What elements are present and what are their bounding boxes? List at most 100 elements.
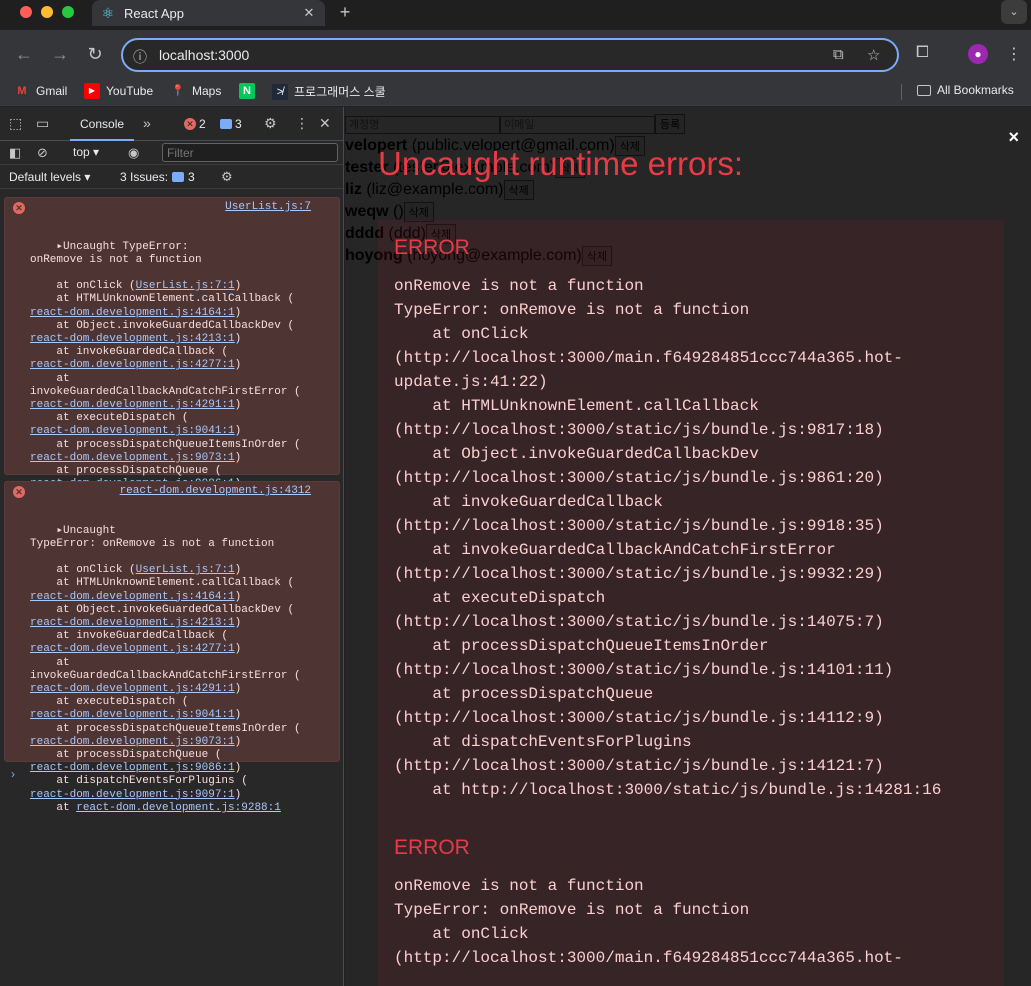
- stack-frame: at invokeGuardedCallbackAndCatchFirstErr…: [30, 657, 335, 697]
- frame-link[interactable]: react-dom.development.js:4277:1: [30, 359, 235, 371]
- devtools-menu-icon[interactable]: ⋮: [295, 115, 309, 132]
- inspect-element-icon[interactable]: ⬚: [9, 115, 22, 132]
- frame-link[interactable]: react-dom.development.js:4277:1: [30, 643, 235, 655]
- frame-suffix: ): [234, 617, 242, 630]
- close-overlay-icon[interactable]: ×: [1008, 127, 1019, 148]
- bookmark-label: YouTube: [106, 84, 154, 98]
- maps-icon: 📍: [171, 85, 185, 97]
- close-devtools-icon[interactable]: ✕: [319, 115, 331, 132]
- url-text: localhost:3000: [159, 47, 250, 63]
- clear-console-icon[interactable]: ⊘: [37, 145, 48, 161]
- error-icon: ✕: [184, 118, 196, 130]
- frame-text: at executeDispatch (: [56, 696, 189, 709]
- console-settings-gear-icon[interactable]: ⚙: [221, 169, 233, 185]
- frame-text: at processDispatchQueue (: [56, 465, 222, 478]
- naver-icon: N: [239, 83, 255, 99]
- maximize-window-button[interactable]: [62, 6, 74, 18]
- menu-dots-icon[interactable]: ⋮: [1006, 44, 1022, 64]
- more-tabs-icon[interactable]: »: [143, 115, 151, 131]
- bookmark-naver[interactable]: N: [239, 83, 261, 99]
- message-badge[interactable]: 3: [220, 117, 242, 131]
- tab-strip: ⚛ React App ✕ + ⌄: [0, 0, 1031, 30]
- overlay-error-label: ERROR: [394, 836, 470, 859]
- message-icon: [172, 172, 185, 182]
- minimize-window-button[interactable]: [41, 6, 53, 18]
- frame-link[interactable]: react-dom.development.js:9097:1: [30, 789, 235, 801]
- install-app-icon[interactable]: ⧉: [833, 46, 844, 63]
- tab-console[interactable]: Console: [70, 107, 135, 141]
- error-source-link[interactable]: UserList.js:7: [225, 201, 311, 214]
- frame-link[interactable]: react-dom.development.js:9086:1: [30, 762, 235, 774]
- sidebar-toggle-icon[interactable]: ◧: [9, 145, 21, 161]
- frame-text: at processDispatchQueueItemsInOrder (: [56, 438, 301, 451]
- site-info-icon[interactable]: ⓘ: [133, 47, 147, 67]
- forward-icon[interactable]: →: [50, 44, 70, 64]
- address-bar[interactable]: ⓘ localhost:3000 ⧉ ☆: [121, 38, 899, 72]
- frame-link[interactable]: react-dom.development.js:4213:1: [30, 333, 235, 345]
- frame-suffix: ): [234, 333, 242, 346]
- frame-link[interactable]: react-dom.development.js:9041:1: [30, 709, 235, 721]
- reload-icon[interactable]: ↻: [85, 44, 105, 64]
- frame-suffix: ): [234, 425, 242, 438]
- profile-avatar[interactable]: ●: [968, 44, 988, 64]
- frame-link[interactable]: react-dom.development.js:9288:1: [76, 802, 281, 814]
- issues-link[interactable]: 3 Issues: 3: [120, 170, 195, 184]
- console-toolbar: ◧ ⊘ top ▾ ◉: [0, 141, 343, 165]
- close-window-button[interactable]: [20, 6, 32, 18]
- tab-search-icon[interactable]: ⌄: [1001, 0, 1027, 24]
- programmers-icon: ≯: [272, 83, 288, 100]
- console-prompt-icon[interactable]: ›: [11, 767, 15, 781]
- stack-frame: at dispatchEventsForPlugins ( react-dom.…: [30, 775, 335, 801]
- close-tab-icon[interactable]: ✕: [301, 5, 317, 21]
- frame-link[interactable]: react-dom.development.js:9041:1: [30, 425, 235, 437]
- bookmark-maps[interactable]: 📍 Maps: [170, 83, 221, 99]
- error-icon: ✕: [13, 486, 25, 498]
- bookmark-gmail[interactable]: M Gmail: [14, 83, 67, 99]
- levels-dropdown[interactable]: Default levels ▾: [9, 170, 90, 184]
- console-error-message[interactable]: ✕ react-dom.development.js:4312 ▸Uncaugh…: [4, 481, 340, 814]
- bookmark-star-icon[interactable]: ☆: [867, 46, 880, 64]
- frame-link[interactable]: react-dom.development.js:9073:1: [30, 736, 235, 748]
- all-bookmarks[interactable]: All Bookmarks: [917, 83, 1014, 97]
- device-toolbar-icon[interactable]: ▭: [36, 115, 49, 132]
- live-expression-eye-icon[interactable]: ◉: [128, 145, 139, 161]
- stack-frame: at executeDispatch ( react-dom.developme…: [30, 412, 335, 438]
- frame-text: at onClick (: [30, 280, 136, 293]
- frame-link[interactable]: react-dom.development.js:4213:1: [30, 617, 235, 629]
- bookmark-programmers[interactable]: ≯ 프로그래머스 스쿨: [272, 83, 386, 100]
- stack-frame: at HTMLUnknownElement.callCallback ( rea…: [30, 293, 335, 319]
- error-count: 2: [199, 117, 206, 131]
- new-tab-icon[interactable]: +: [336, 2, 354, 23]
- frame-suffix: ): [234, 788, 242, 801]
- back-icon[interactable]: ←: [14, 44, 34, 64]
- message-count: 3: [235, 117, 242, 131]
- frame-suffix: ): [234, 643, 242, 656]
- stack-frame: at HTMLUnknownElement.callCallback ( rea…: [30, 577, 335, 603]
- browser-tab[interactable]: ⚛ React App ✕: [92, 0, 325, 26]
- frame-link[interactable]: UserList.js:7:1: [136, 280, 235, 292]
- bookmark-label: Maps: [192, 84, 222, 98]
- extensions-icon[interactable]: ⧠: [916, 44, 929, 62]
- frame-text: at invokeGuardedCallback (: [56, 630, 229, 643]
- frame-suffix: ): [234, 735, 242, 748]
- error-badge[interactable]: ✕ 2: [184, 117, 206, 131]
- frame-link[interactable]: UserList.js:7:1: [136, 564, 235, 576]
- react-icon: ⚛: [101, 5, 115, 21]
- bookmark-youtube[interactable]: ▶ YouTube: [84, 83, 153, 99]
- frame-link[interactable]: react-dom.development.js:4164:1: [30, 591, 235, 603]
- console-levels-row: Default levels ▾ 3 Issues: 3 ⚙: [0, 165, 343, 189]
- error-source-link[interactable]: react-dom.development.js:4312: [120, 485, 311, 498]
- frame-link[interactable]: react-dom.development.js:9073:1: [30, 452, 235, 464]
- frame-text: at HTMLUnknownElement.callCallback (: [56, 293, 295, 306]
- frame-suffix: ): [234, 280, 242, 293]
- folder-icon: [917, 84, 931, 96]
- frame-link[interactable]: react-dom.development.js:4164:1: [30, 307, 235, 319]
- context-select[interactable]: top ▾: [73, 145, 99, 159]
- frame-link[interactable]: react-dom.development.js:4291:1: [30, 683, 235, 695]
- frame-link[interactable]: react-dom.development.js:4291:1: [30, 399, 235, 411]
- all-bookmarks-label: All Bookmarks: [937, 83, 1014, 97]
- console-error-message[interactable]: ✕ UserList.js:7 ▸Uncaught TypeError: onR…: [4, 197, 340, 530]
- settings-gear-icon[interactable]: ⚙: [264, 115, 277, 132]
- context-value: top: [73, 145, 90, 159]
- filter-input[interactable]: [162, 143, 338, 162]
